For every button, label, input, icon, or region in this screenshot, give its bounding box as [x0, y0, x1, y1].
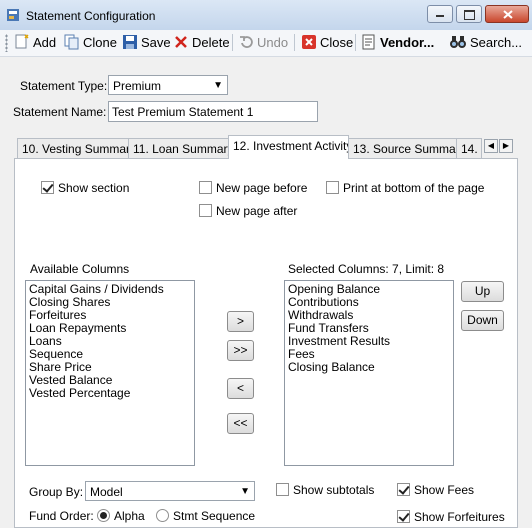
show-subtotals-checkbox[interactable] [276, 483, 289, 496]
tab-scroll-left-button[interactable]: ◀ [484, 139, 498, 153]
statement-type-label: Statement Type: [20, 79, 108, 93]
maximize-button[interactable] [456, 5, 482, 23]
statement-type-value: Premium [113, 79, 162, 93]
stmt-sequence-label: Stmt Sequence [173, 509, 256, 523]
new-page-after-label: New page after [216, 204, 298, 218]
close-window-button[interactable] [485, 5, 529, 23]
title-bar: Statement Configuration [0, 0, 532, 31]
show-forfeitures-checkbox[interactable] [397, 510, 410, 523]
clone-button[interactable]: Clone [64, 30, 117, 54]
tab-source-summary[interactable]: 13. Source Summary [348, 138, 457, 158]
group-by-label: Group By: [29, 485, 84, 499]
toolbar: Add Clone Save Delete Undo Close Vendor.… [0, 30, 532, 57]
new-page-before-label: New page before [216, 181, 308, 195]
toolbar-separator [355, 34, 356, 51]
undo-icon [240, 36, 253, 48]
list-item[interactable]: Closing Balance [288, 361, 453, 374]
show-section-label: Show section [58, 181, 130, 195]
add-all-columns-button[interactable]: >> [227, 340, 254, 361]
print-at-bottom-checkbox[interactable] [326, 181, 339, 194]
tab-scroll-right-button[interactable]: ▶ [499, 139, 513, 153]
move-up-button[interactable]: Up [461, 281, 504, 302]
chevron-down-icon: ▼ [213, 80, 223, 91]
tab-14[interactable]: 14. [456, 138, 482, 158]
close-button[interactable]: Close [301, 30, 353, 54]
minimize-icon [436, 15, 444, 17]
close-doc-icon [302, 35, 316, 49]
selected-columns-label: Selected Columns: 7, Limit: 8 [288, 262, 445, 276]
tab-loan-summary[interactable]: 11. Loan Summary [128, 138, 229, 158]
alpha-radio[interactable] [97, 509, 110, 522]
save-button[interactable]: Save [122, 30, 171, 54]
clone-icon [64, 34, 79, 50]
new-page-after-checkbox[interactable] [199, 204, 212, 217]
delete-icon [175, 36, 187, 48]
show-section-checkbox[interactable] [41, 181, 54, 194]
maximize-icon [464, 10, 475, 20]
tab-investment-activity[interactable]: 12. Investment Activity [228, 135, 349, 159]
print-at-bottom-label: Print at bottom of the page [343, 181, 485, 195]
new-page-before-checkbox[interactable] [199, 181, 212, 194]
tab-vesting-summary[interactable]: 10. Vesting Summary [17, 138, 129, 158]
close-icon [503, 10, 513, 19]
undo-button[interactable]: Undo [238, 30, 288, 54]
app-icon [7, 9, 19, 21]
toolbar-separator [232, 34, 233, 51]
available-columns-label: Available Columns [30, 262, 130, 276]
show-forfeitures-label: Show Forfeitures [414, 510, 505, 524]
statement-name-label: Statement Name: [13, 105, 107, 119]
list-item[interactable]: Vested Percentage [29, 387, 194, 400]
chevron-down-icon: ▼ [240, 486, 250, 497]
group-by-dropdown[interactable]: Model ▼ [85, 481, 255, 501]
statement-type-dropdown[interactable]: Premium ▼ [108, 75, 228, 95]
vendor-button[interactable]: Vendor... [361, 30, 434, 54]
save-icon [123, 35, 137, 49]
statement-name-value: Test Premium Statement 1 [112, 105, 254, 119]
move-down-button[interactable]: Down [461, 310, 504, 331]
show-fees-checkbox[interactable] [397, 483, 410, 496]
search-button[interactable]: Search... [449, 30, 522, 54]
binoculars-icon [450, 36, 466, 48]
remove-all-columns-button[interactable]: << [227, 413, 254, 434]
remove-column-button[interactable]: < [227, 378, 254, 399]
add-column-button[interactable]: > [227, 311, 254, 332]
statement-name-input[interactable]: Test Premium Statement 1 [108, 101, 318, 122]
chevron-left-icon: ◀ [487, 141, 495, 150]
fund-order-label: Fund Order: [29, 509, 94, 523]
vendor-icon [362, 34, 375, 50]
stmt-sequence-radio[interactable] [156, 509, 169, 522]
selected-columns-list[interactable]: Opening Balance Contributions Withdrawal… [284, 280, 454, 466]
minimize-button[interactable] [427, 5, 453, 23]
add-icon [15, 34, 29, 49]
delete-button[interactable]: Delete [173, 30, 230, 54]
available-columns-list[interactable]: Capital Gains / Dividends Closing Shares… [25, 280, 195, 466]
chevron-right-icon: ▶ [502, 141, 510, 150]
show-fees-label: Show Fees [414, 483, 475, 497]
toolbar-separator [294, 34, 295, 51]
add-button[interactable]: Add [14, 30, 56, 54]
group-by-value: Model [90, 485, 123, 499]
window-title: Statement Configuration [26, 9, 156, 23]
grip-icon [5, 34, 8, 52]
show-subtotals-label: Show subtotals [293, 483, 375, 497]
alpha-label: Alpha [114, 509, 145, 523]
